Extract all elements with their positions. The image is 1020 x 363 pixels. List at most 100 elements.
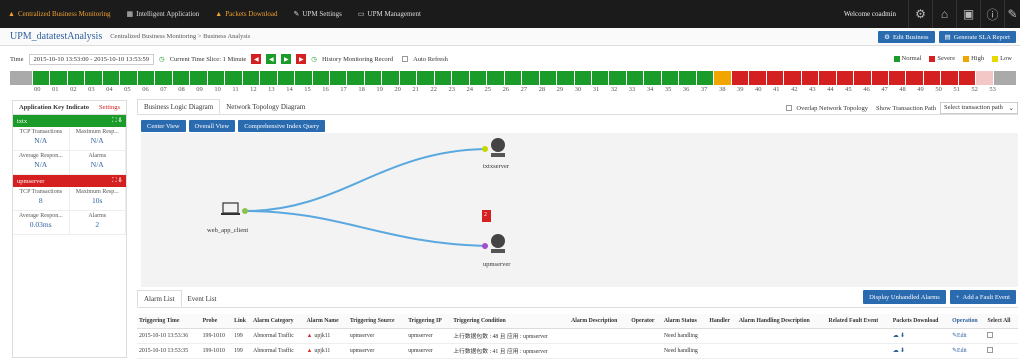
column-header[interactable]: Operation <box>950 314 986 329</box>
overlap-checkbox[interactable] <box>786 105 793 111</box>
diagram-canvas[interactable]: web_app_client txtxserver upmserver 2 <box>141 133 1018 287</box>
row-checkbox[interactable] <box>987 346 994 353</box>
group-actions-icon[interactable]: ⛶ ⇩ <box>112 117 122 125</box>
timeline-slot-21[interactable] <box>399 71 417 85</box>
nav-upm-settings[interactable]: ✎ UPM Settings <box>286 0 350 28</box>
timeline-slot-24[interactable] <box>452 71 469 85</box>
timeline-slot-19[interactable] <box>364 71 382 85</box>
timeline-slot-28[interactable] <box>522 71 539 85</box>
timeline-slot-15[interactable] <box>295 71 312 85</box>
timeline-slot-3[interactable] <box>85 71 102 85</box>
history-record-link[interactable]: History Monitoring Record <box>322 56 393 63</box>
last-slice-button[interactable]: ▶ <box>296 54 307 64</box>
nav-intelligent-application[interactable]: ▦ Intelligent Application <box>118 0 207 28</box>
row-checkbox[interactable] <box>987 331 994 338</box>
timeline-slot-9[interactable] <box>190 71 207 85</box>
timeline-slot-16[interactable] <box>312 71 329 85</box>
timeline-slot-31[interactable] <box>574 71 591 85</box>
nav-upm-management[interactable]: ▭ UPM Management <box>350 0 429 28</box>
timeline-slot-8[interactable] <box>172 71 190 85</box>
edit-link[interactable]: ✎Edit <box>952 348 967 354</box>
timeline-slot-41[interactable] <box>749 71 766 85</box>
group-header-txtx[interactable]: txtx ⛶ ⇩ <box>13 115 126 127</box>
add-fault-event-button[interactable]: + Add a Fault Event <box>949 290 1016 304</box>
settings-link[interactable]: Settings <box>99 104 120 111</box>
timeline-slot-49[interactable] <box>888 71 906 85</box>
timeline-slot-39[interactable] <box>714 71 731 85</box>
timeline-slot-4[interactable] <box>102 71 120 85</box>
timeline-slot-51[interactable] <box>923 71 941 85</box>
timeline-slot-47[interactable] <box>854 71 871 85</box>
overall-view-button[interactable]: Overall View <box>188 120 236 132</box>
timeline-scroll-right[interactable] <box>993 71 1016 85</box>
timeline-slot-12[interactable] <box>242 71 260 85</box>
timeline-slot-44[interactable] <box>801 71 819 85</box>
timeline-slot-34[interactable] <box>626 71 644 85</box>
timeline-slot-13[interactable] <box>260 71 277 85</box>
index-query-button[interactable]: Comprehensive Index Query <box>238 120 326 132</box>
info-icon[interactable]: ⓘ <box>980 0 1004 28</box>
timeline-slot-32[interactable] <box>592 71 609 85</box>
timeline-scroll-left[interactable] <box>10 71 32 85</box>
timeline-slot-6[interactable] <box>137 71 155 85</box>
alarm-badge-count[interactable]: 2 <box>484 212 487 218</box>
timeline-slot-35[interactable] <box>644 71 661 85</box>
timeline-slot-22[interactable] <box>417 71 434 85</box>
timeline-slot-20[interactable] <box>382 71 399 85</box>
display-unhandled-button[interactable]: Display Unhandled Alarms <box>863 290 946 304</box>
transaction-path-select[interactable]: Select transaction path ⌄ <box>940 102 1018 114</box>
timeline-slot-46[interactable] <box>836 71 854 85</box>
auto-refresh-checkbox[interactable] <box>402 56 409 62</box>
timeline-slot-11[interactable] <box>225 71 242 85</box>
timeline-slot-48[interactable] <box>871 71 888 85</box>
first-slice-button[interactable]: ◀ <box>251 54 262 64</box>
timeline-slot-18[interactable] <box>347 71 364 85</box>
timeline-slot-2[interactable] <box>67 71 85 85</box>
timeline-slot-17[interactable] <box>329 71 347 85</box>
timeline-slot-36[interactable] <box>661 71 679 85</box>
timeline-slot-7[interactable] <box>155 71 172 85</box>
generate-sla-report-button[interactable]: ▤ Generate SLA Report <box>938 31 1016 43</box>
timeline-slot-26[interactable] <box>487 71 504 85</box>
timeline-slot-50[interactable] <box>906 71 923 85</box>
tab-event-list[interactable]: Event List <box>182 290 223 307</box>
timeline-slot-33[interactable] <box>609 71 626 85</box>
settings-icon[interactable]: ⚙ <box>908 0 932 28</box>
table-row[interactable]: 2015-10-10 13:53:35 199-1010 199 Abnormal T… <box>137 343 1018 359</box>
prev-slice-button[interactable]: ◀ <box>266 54 277 64</box>
table-row[interactable]: 2015-10-10 13:53:36 199-1010 199 Abnormal T… <box>137 328 1018 344</box>
cloud-icon[interactable]: ☁ ⬇ <box>893 333 905 339</box>
cloud-icon[interactable]: ☁ ⬇ <box>893 348 905 354</box>
column-header[interactable]: Select All <box>985 314 1018 329</box>
timeline-slot-38[interactable] <box>696 71 714 85</box>
timeline-slot-10[interactable] <box>207 71 225 85</box>
timeline-slot-23[interactable] <box>434 71 452 85</box>
timeline-slot-52[interactable] <box>941 71 958 85</box>
edit-link[interactable]: ✎Edit <box>952 333 967 339</box>
timeline-slot-43[interactable] <box>784 71 801 85</box>
edit-business-button[interactable]: ⚙ Edit Business <box>878 31 935 43</box>
edit-icon[interactable]: ✎ <box>1004 0 1020 28</box>
timeline-slot-29[interactable] <box>539 71 557 85</box>
window-icon[interactable]: ▣ <box>956 0 980 28</box>
timeline-slot-40[interactable] <box>731 71 749 85</box>
home-icon[interactable]: ⌂ <box>932 0 956 28</box>
timeline-slot-0[interactable] <box>33 71 50 85</box>
time-range-input[interactable]: 2015-10-10 13:53:00 - 2015-10-10 13:53:5… <box>28 53 155 65</box>
timeline-slot-1[interactable] <box>50 71 67 85</box>
timeline-slot-42[interactable] <box>766 71 784 85</box>
timeline-slot-25[interactable] <box>469 71 487 85</box>
timeline-slot-27[interactable] <box>504 71 522 85</box>
tab-business-logic[interactable]: Business Logic Diagram <box>137 99 221 114</box>
nav-packets-download[interactable]: ▲ Packets Download <box>207 0 285 28</box>
tab-alarm-list[interactable]: Alarm List <box>137 290 182 307</box>
nav-centralized-monitoring[interactable]: ▲ Centralized Business Monitoring <box>0 0 118 28</box>
timeline-slot-53[interactable] <box>958 71 976 85</box>
tab-network-topology[interactable]: Network Topology Diagram <box>220 99 311 114</box>
group-actions-icon[interactable]: ⛶ ⇩ <box>112 177 122 185</box>
timeline-slot-37[interactable] <box>679 71 696 85</box>
center-view-button[interactable]: Center View <box>141 120 186 132</box>
next-slice-button[interactable]: ▶ <box>281 54 292 64</box>
timeline-slot-14[interactable] <box>277 71 295 85</box>
timeline-slot-5[interactable] <box>120 71 137 85</box>
